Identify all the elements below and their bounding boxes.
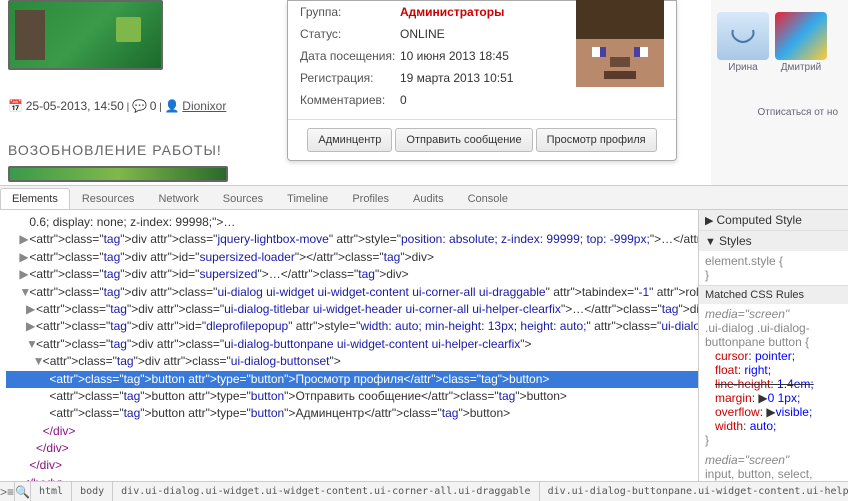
breadcrumb-item[interactable]: div.ui-dialog-buttonpane.ui-widget-conte… [540,482,848,501]
computed-style-header[interactable]: ▶ Computed Style [699,210,848,230]
devtools-tab-elements[interactable]: Elements [0,188,70,209]
inspect-icon[interactable]: 🔍 [15,482,31,501]
dom-node[interactable]: ▼<attr">class="tag">div attr">class="ui-… [6,336,698,353]
styles-panel[interactable]: ▶ Computed Style ▼ Styles element.style … [698,210,848,481]
dom-node[interactable]: 0.6; display: none; z-index: 99998;">… [6,214,698,231]
css-property[interactable]: margin: ▶0 1px; [705,391,842,405]
page-upper: 📅 25-05-2013, 14:50 | 💬 0 | 👤 Dionixor В… [0,0,848,186]
view-profile-button[interactable]: Просмотр профиля [536,128,657,152]
styles-header[interactable]: ▼ Styles [699,231,848,251]
devtools-tab-timeline[interactable]: Timeline [275,188,340,209]
post-author-link[interactable]: Dionixor [182,99,226,113]
dom-node[interactable]: ▶<attr">class="tag">div attr">class="jqu… [6,231,698,248]
dom-node[interactable]: ▶<attr">class="tag">div attr">id="dlepro… [6,318,698,335]
friend-avatar [717,12,769,60]
avatar [576,0,664,87]
post-comments-count: 0 [150,99,157,113]
breadcrumb-bar: >≡ 🔍 htmlbodydiv.ui-dialog.ui-widget.ui-… [0,481,848,501]
comment-icon: 💬 [132,99,147,113]
devtools-main: 0.6; display: none; z-index: 99998;">… ▶… [0,210,848,481]
dom-node[interactable]: </div> [6,423,698,440]
css-property[interactable]: overflow: ▶visible; [705,405,842,419]
breadcrumb-item[interactable]: body [72,482,113,501]
devtools-tab-sources[interactable]: Sources [211,188,275,209]
profile-row: Комментариев:0 [300,89,664,111]
post-date: 25-05-2013, 14:50 [26,99,124,113]
dom-node[interactable]: ▶<attr">class="tag">div attr">id="supers… [6,249,698,266]
console-toggle-icon[interactable]: >≡ [0,482,15,501]
rule-block-2: media="screen" input, button, select, te… [699,450,848,481]
devtools: ElementsResourcesNetworkSourcesTimelineP… [0,186,848,501]
dom-node[interactable]: ▼<attr">class="tag">div attr">class="ui-… [6,284,698,301]
dom-tree[interactable]: 0.6; display: none; z-index: 99998;">… ▶… [0,210,698,481]
breadcrumb-item[interactable]: div.ui-dialog.ui-widget.ui-widget-conten… [113,482,539,501]
devtools-tabs: ElementsResourcesNetworkSourcesTimelineP… [0,186,848,210]
dom-node[interactable]: <attr">class="tag">button attr">type="bu… [6,371,698,388]
element-style-block: element.style { } [699,251,848,285]
dom-node[interactable]: ▶<attr">class="tag">div attr">id="supers… [6,266,698,283]
dom-node[interactable]: <attr">class="tag">button attr">type="bu… [6,388,698,405]
rule-block-1: media="screen" .ui-dialog .ui-dialog-but… [699,304,848,450]
post-title[interactable]: ВОЗОБНОВЛЕНИЕ РАБОТЫ! [8,142,222,158]
css-property[interactable]: line-height: 1.4em; [705,377,842,391]
dom-node[interactable]: </div> [6,440,698,457]
friend-item[interactable]: Ирина [717,12,769,73]
calendar-icon: 📅 [8,99,23,113]
unsubscribe-link[interactable]: Отписаться от но [717,107,842,118]
devtools-tab-network[interactable]: Network [146,188,210,209]
friends-list: Ирина Дмитрий [717,6,842,79]
devtools-tab-audits[interactable]: Audits [401,188,456,209]
css-property[interactable]: cursor: pointer; [705,349,842,363]
dom-node[interactable]: <attr">class="tag">button attr">type="bu… [6,405,698,422]
post-meta: 📅 25-05-2013, 14:50 | 💬 0 | 👤 Dionixor [8,99,226,113]
post-thumbnail-2[interactable] [8,166,228,182]
css-property[interactable]: width: auto; [705,419,842,433]
breadcrumb-item[interactable]: html [31,482,72,501]
friend-name: Ирина [717,62,769,73]
dialog-button-row: Админцентр Отправить сообщение Просмотр … [288,119,676,160]
friend-avatar [775,12,827,60]
dom-node[interactable]: </div> [6,457,698,474]
css-property[interactable]: float: right; [705,363,842,377]
friend-item[interactable]: Дмитрий [775,12,827,73]
dom-node[interactable]: ▶<attr">class="tag">div attr">class="ui-… [6,301,698,318]
right-sidebar: Ирина Дмитрий Отписаться от но [711,0,848,186]
user-icon: 👤 [165,99,180,113]
send-message-button[interactable]: Отправить сообщение [395,128,532,152]
dom-node[interactable]: ▼<attr">class="tag">div attr">class="ui-… [6,353,698,370]
admin-center-button[interactable]: Админцентр [307,128,392,152]
friend-name: Дмитрий [775,62,827,73]
devtools-tab-profiles[interactable]: Profiles [340,188,401,209]
devtools-tab-resources[interactable]: Resources [70,188,147,209]
profile-dialog: Группа:АдминистраторыСтатус:ONLINEДата п… [287,0,677,161]
matched-rules-header: Matched CSS Rules [699,286,848,304]
devtools-tab-console[interactable]: Console [456,188,520,209]
post-thumbnail[interactable] [8,0,163,70]
